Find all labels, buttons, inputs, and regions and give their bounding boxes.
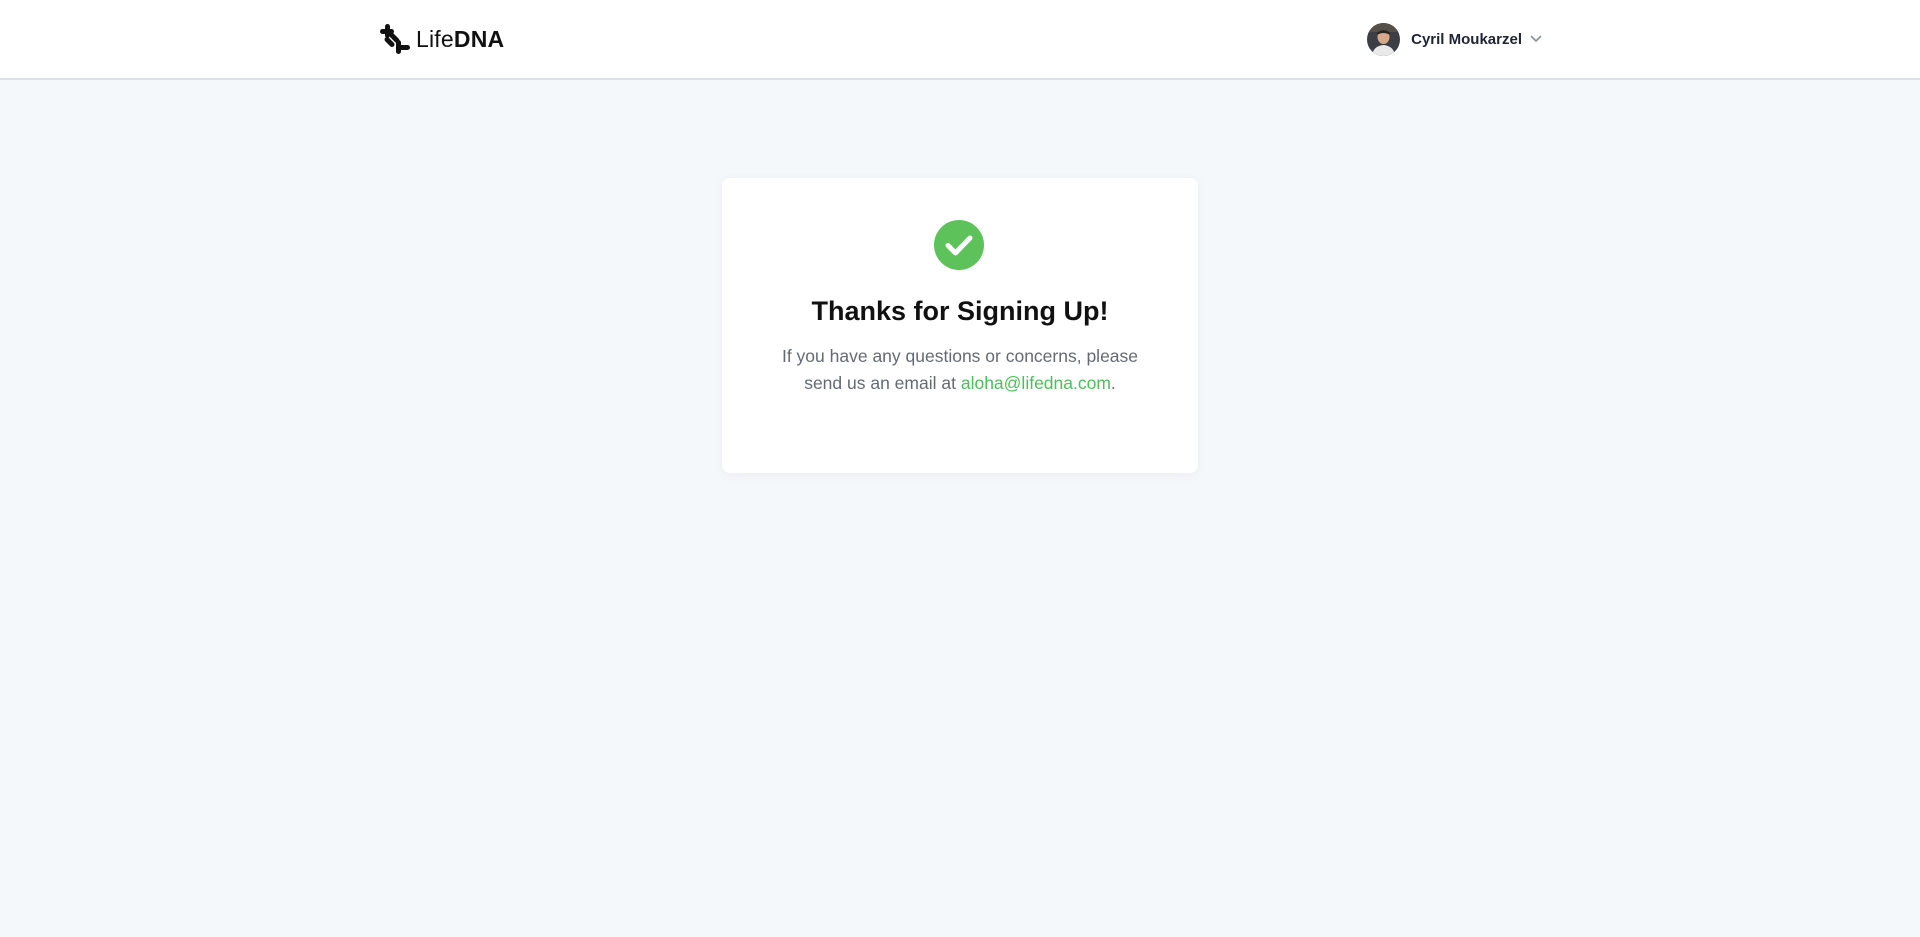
message-line-1: If you have any questions or concerns, p…: [781, 346, 1139, 366]
chevron-down-icon[interactable]: [1530, 35, 1542, 43]
message-line-2: send us an email at: [804, 373, 956, 393]
avatar-image: [1367, 22, 1401, 56]
top-header: LifeDNA Cyril Moukarzel: [0, 0, 1920, 80]
message-period: .: [1110, 373, 1116, 393]
logo-text-light: Life: [416, 25, 454, 52]
user-menu[interactable]: Cyril Moukarzel: [1367, 22, 1542, 56]
support-email-link[interactable]: aloha@lifedna.com: [961, 373, 1111, 393]
user-name[interactable]: Cyril Moukarzel: [1411, 31, 1522, 48]
lifedna-logo-icon: [380, 24, 410, 54]
confirmation-title: Thanks for Signing Up!: [811, 296, 1109, 326]
lifedna-logo[interactable]: LifeDNA: [379, 23, 504, 55]
confirmation-message: If you have any questions or concerns, p…: [762, 343, 1158, 397]
logo-text-bold: DNA: [453, 25, 505, 52]
logo-wordmark: LifeDNA: [416, 26, 504, 53]
user-avatar[interactable]: [1367, 22, 1401, 56]
signup-confirmation-card: Thanks for Signing Up! If you have any q…: [722, 178, 1198, 473]
check-circle-icon: [934, 220, 984, 270]
